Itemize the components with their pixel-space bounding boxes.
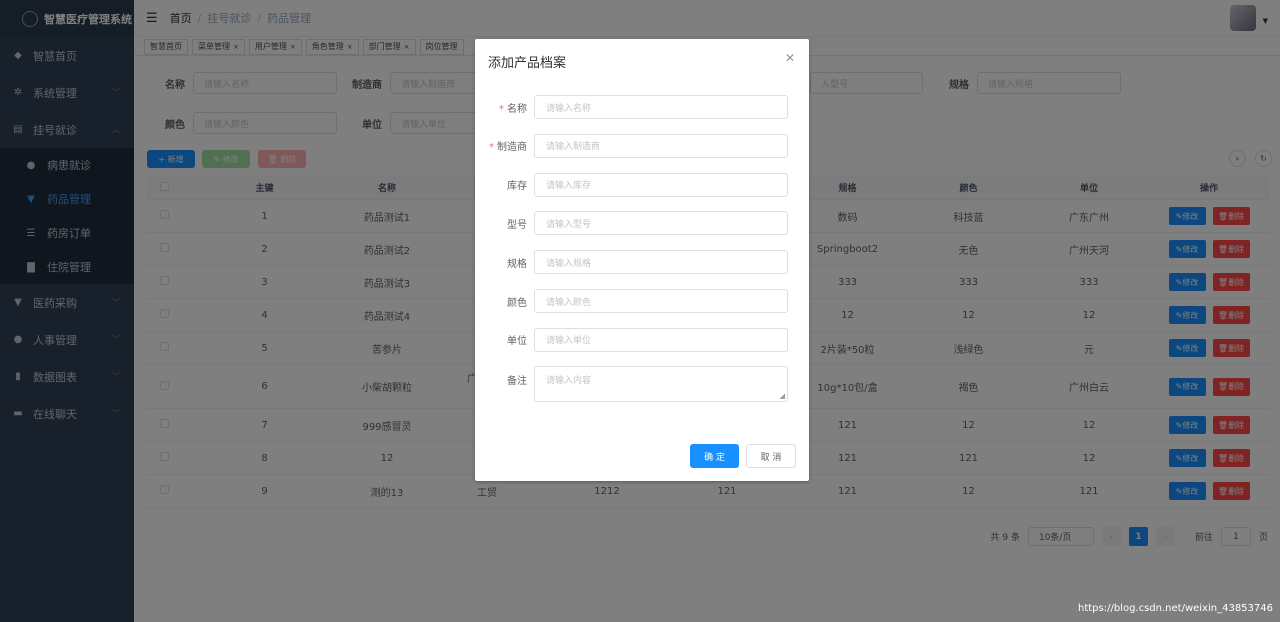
field-label: 颜色 bbox=[475, 294, 534, 309]
field-label: * 名称 bbox=[475, 100, 534, 115]
field-input[interactable]: 请输入单位 bbox=[534, 327, 788, 352]
field-input[interactable]: 请输入库存 bbox=[534, 172, 788, 197]
form-row: 规格 请输入规格 bbox=[475, 250, 809, 275]
form-row: 颜色 请输入颜色 bbox=[475, 289, 809, 313]
resize-grip-icon[interactable]: ◢ bbox=[780, 392, 785, 400]
field-input[interactable]: 请输入制造商 bbox=[534, 133, 788, 158]
close-icon[interactable]: ✕ bbox=[785, 51, 795, 65]
form-row: 型号 请输入型号 bbox=[475, 211, 809, 236]
form-row: 库存 请输入库存 bbox=[475, 172, 809, 197]
field-label-text: 规格 bbox=[507, 258, 527, 270]
field-label-text: 名称 bbox=[507, 103, 527, 115]
field-label: * 制造商 bbox=[475, 138, 534, 153]
form-row: * 制造商 请输入制造商 bbox=[475, 133, 809, 158]
field-label: 型号 bbox=[475, 216, 534, 231]
field-input[interactable]: 请输入颜色 bbox=[534, 289, 788, 313]
field-label-text: 型号 bbox=[507, 219, 527, 231]
confirm-button[interactable]: 确 定 bbox=[690, 444, 739, 468]
field-input[interactable]: 请输入名称 bbox=[534, 95, 788, 119]
field-label: 单位 bbox=[475, 332, 534, 347]
cancel-button[interactable]: 取 消 bbox=[746, 444, 796, 468]
form-row: 单位 请输入单位 bbox=[475, 327, 809, 352]
field-input[interactable]: 请输入规格 bbox=[534, 250, 788, 275]
remark-textarea[interactable]: 请输入内容 ◢ bbox=[534, 366, 788, 402]
field-label-text: 库存 bbox=[507, 181, 527, 193]
form-row: * 名称 请输入名称 bbox=[475, 95, 809, 119]
remark-label: 备注 bbox=[507, 376, 527, 387]
dialog-title: 添加产品档案 bbox=[488, 56, 567, 71]
field-label-text: 制造商 bbox=[497, 142, 527, 154]
field-input[interactable]: 请输入型号 bbox=[534, 211, 788, 236]
remark-placeholder: 请输入内容 bbox=[546, 376, 592, 386]
required-mark: * bbox=[489, 142, 494, 154]
field-label: 规格 bbox=[475, 255, 534, 270]
field-label: 库存 bbox=[475, 177, 534, 192]
field-label-text: 单位 bbox=[507, 336, 527, 348]
watermark: https://blog.csdn.net/weixin_43853746 bbox=[1077, 603, 1273, 614]
add-product-dialog: 添加产品档案 ✕ * 名称 请输入名称 * 制造商 请输入制造商 库存 请输入库存 型号 请输入型… bbox=[475, 39, 809, 481]
required-mark: * bbox=[499, 103, 504, 115]
field-label-text: 颜色 bbox=[507, 297, 527, 309]
